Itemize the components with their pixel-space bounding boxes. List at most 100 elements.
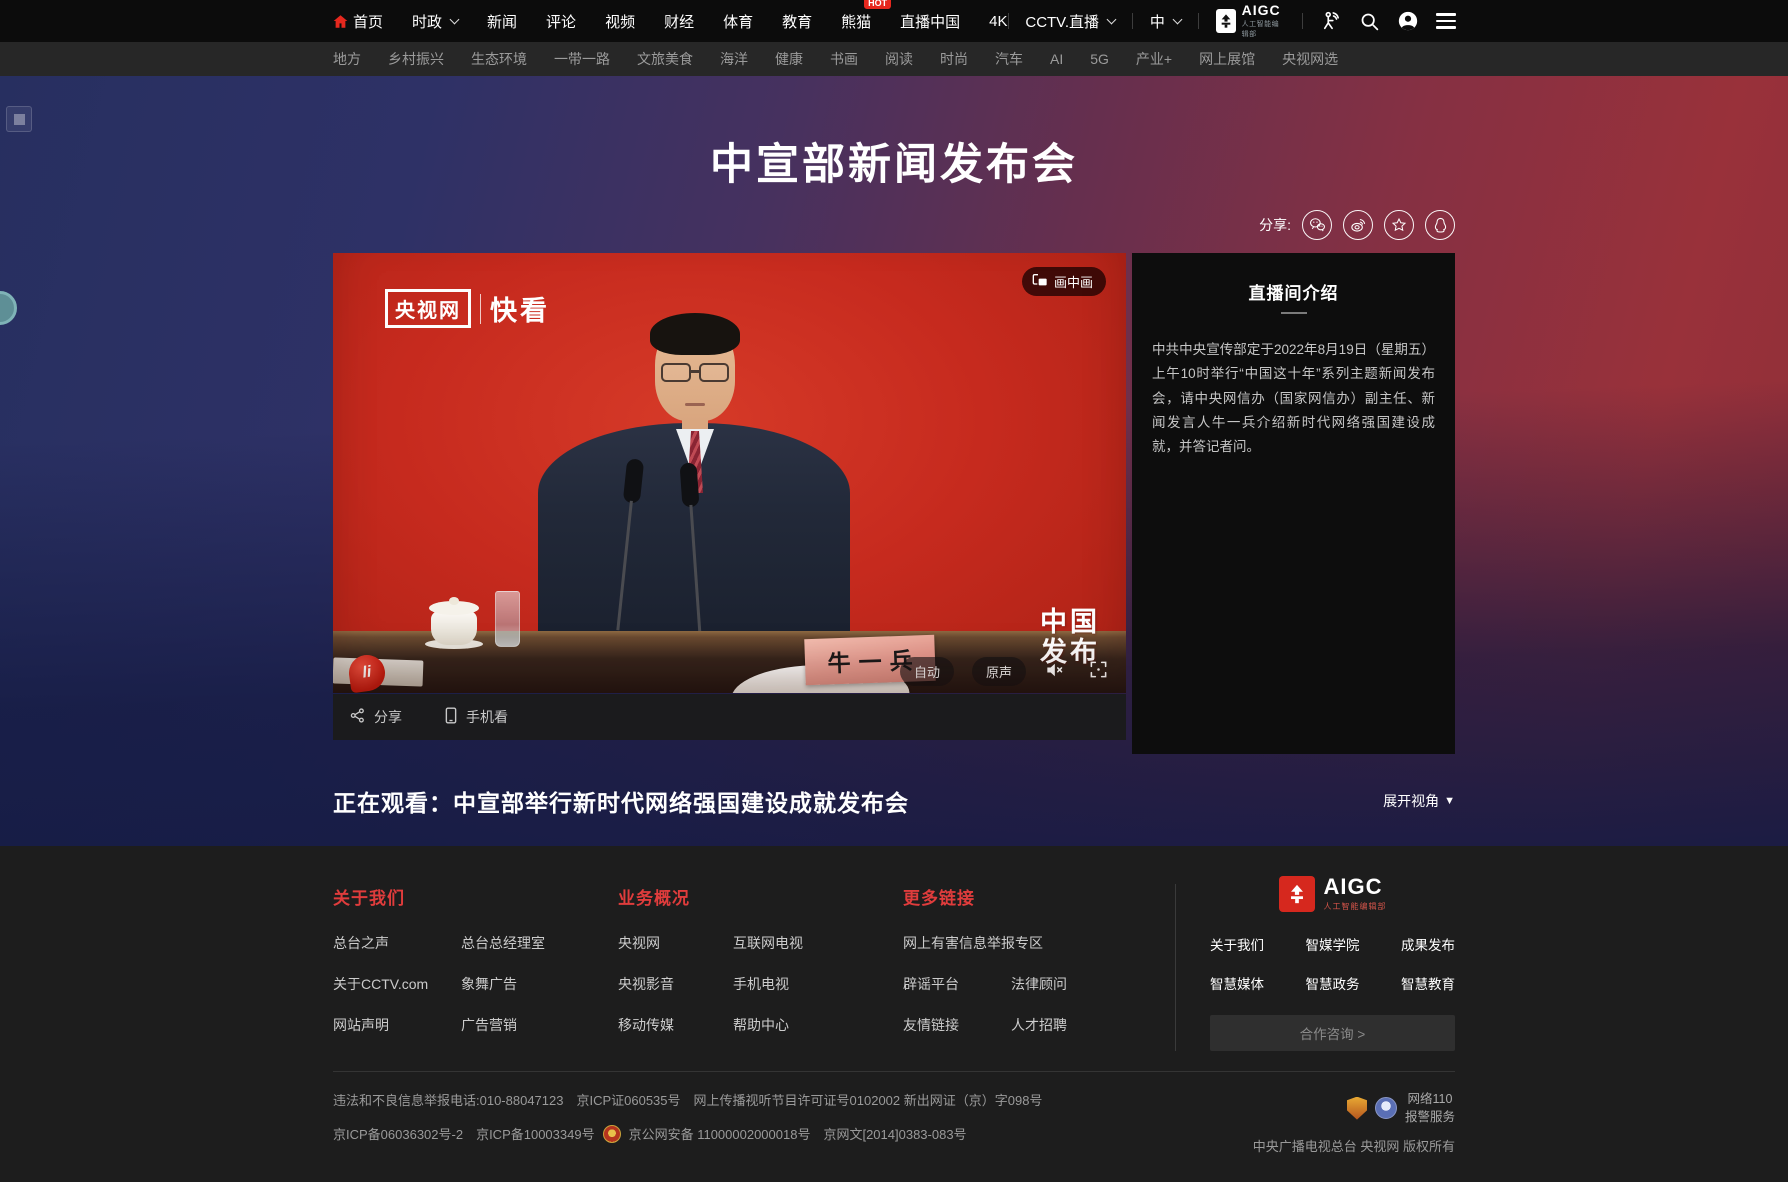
- aigc-subtitle: 人工智能编辑部: [1324, 901, 1387, 912]
- footer-col-about: 关于我们 总台之声 总台总经理室 关于CCTV.com 象舞广告 网站声明 广告…: [333, 884, 618, 1051]
- nav-finance[interactable]: 财经: [664, 11, 694, 32]
- subnav-item[interactable]: 文旅美食: [637, 49, 693, 69]
- share-wechat-icon[interactable]: [1302, 210, 1332, 240]
- nav-politics[interactable]: 时政: [412, 11, 458, 32]
- footer-link[interactable]: 手机电视: [733, 974, 903, 994]
- video-player[interactable]: 牛一兵 央视网 快看 画中画 中国 发布 li: [333, 253, 1126, 693]
- channel-watermark: 央视网 快看: [385, 289, 550, 328]
- speaker-glasses: [661, 363, 691, 382]
- copyright-text: 中央广播电视总台 央视网 版权所有: [1253, 1136, 1455, 1155]
- nav-sports[interactable]: 体育: [723, 11, 753, 32]
- footer-link[interactable]: 关于CCTV.com: [333, 974, 461, 994]
- player-row: 牛一兵 央视网 快看 画中画 中国 发布 li: [333, 253, 1455, 754]
- subnav-item[interactable]: 阅读: [885, 49, 913, 69]
- nav-video[interactable]: 视频: [605, 11, 635, 32]
- nav-home[interactable]: 首页: [333, 11, 383, 32]
- footer-link[interactable]: 友情链接: [903, 1015, 1011, 1035]
- accessibility-icon[interactable]: [1320, 10, 1342, 32]
- subnav-item[interactable]: AI: [1050, 51, 1063, 67]
- kuaikan-logo: 快看: [490, 289, 550, 328]
- subnav-item[interactable]: 生态环境: [471, 49, 527, 69]
- user-icon[interactable]: [1397, 10, 1419, 32]
- subnav-item[interactable]: 乡村振兴: [388, 49, 444, 69]
- footer-link[interactable]: 网站声明: [333, 1015, 461, 1035]
- footer-link[interactable]: 总台之声: [333, 933, 461, 953]
- footer-link-report[interactable]: 网上有害信息举报专区: [903, 933, 1175, 953]
- footer-link[interactable]: 智慧教育: [1401, 973, 1455, 993]
- mute-icon[interactable]: [1044, 661, 1064, 684]
- subnav-item[interactable]: 时尚: [940, 49, 968, 69]
- footer-link[interactable]: 关于我们: [1210, 934, 1292, 954]
- net110-label: 网络110 报警服务: [1405, 1090, 1455, 1126]
- site-footer: 关于我们 总台之声 总台总经理室 关于CCTV.com 象舞广告 网站声明 广告…: [0, 846, 1788, 1182]
- subnav-item[interactable]: 产业+: [1136, 49, 1172, 69]
- footer-link[interactable]: 互联网电视: [733, 933, 903, 953]
- subnav-item[interactable]: 一带一路: [554, 49, 610, 69]
- home-icon: [333, 14, 348, 29]
- subnav-item[interactable]: 央视网选: [1282, 49, 1338, 69]
- subnav-item[interactable]: 健康: [775, 49, 803, 69]
- share-label: 分享:: [1259, 215, 1291, 235]
- quality-auto-button[interactable]: 自动: [900, 657, 954, 686]
- shield-blue-icon: [1375, 1097, 1397, 1119]
- side-widget-icon[interactable]: [6, 106, 32, 132]
- footer-link[interactable]: 成果发布: [1401, 934, 1455, 954]
- china-release-watermark: 中国 发布: [1040, 607, 1100, 667]
- footer-link[interactable]: 辟谣平台: [903, 974, 1011, 994]
- subnav-item[interactable]: 海洋: [720, 49, 748, 69]
- aigc-icon: [1279, 876, 1315, 912]
- share-button[interactable]: 分享: [349, 707, 402, 727]
- subnav-item[interactable]: 汽车: [995, 49, 1023, 69]
- net110-badges[interactable]: 网络110 报警服务: [1347, 1090, 1455, 1126]
- share-qq-icon[interactable]: [1425, 210, 1455, 240]
- footer-link[interactable]: 帮助中心: [733, 1015, 903, 1035]
- subnav-item[interactable]: 网上展馆: [1199, 49, 1255, 69]
- video-toolbar: 分享 手机看: [333, 694, 1126, 740]
- original-audio-button[interactable]: 原声: [972, 657, 1026, 686]
- footer-link[interactable]: 央视网: [618, 933, 733, 953]
- nav-comment[interactable]: 评论: [546, 11, 576, 32]
- share-weibo-icon[interactable]: [1343, 210, 1373, 240]
- watch-on-mobile-button[interactable]: 手机看: [444, 707, 508, 727]
- share-qzone-icon[interactable]: [1384, 210, 1414, 240]
- footer-link[interactable]: 智慧媒体: [1210, 973, 1292, 993]
- pip-icon: [1032, 273, 1048, 290]
- nav-news[interactable]: 新闻: [487, 11, 517, 32]
- nav-cctv-live[interactable]: CCTV.直播: [1025, 11, 1115, 32]
- footer-link[interactable]: 广告营销: [461, 1015, 618, 1035]
- footer-link[interactable]: 智媒学院: [1305, 934, 1359, 954]
- police-badge-icon: [603, 1125, 621, 1143]
- subnav-item[interactable]: 书画: [830, 49, 858, 69]
- nav-live-china[interactable]: 直播中国: [900, 11, 960, 32]
- footer-link[interactable]: 智慧政务: [1305, 973, 1359, 993]
- footer-col-more: 更多链接 网上有害信息举报专区 辟谣平台 法律顾问 友情链接 人才招聘: [903, 884, 1175, 1051]
- nav-politics-label: 时政: [412, 11, 442, 32]
- language-switch[interactable]: 中: [1150, 11, 1181, 32]
- hot-badge: HOT: [864, 0, 891, 9]
- search-icon[interactable]: [1359, 11, 1380, 32]
- footer-link[interactable]: 总台总经理室: [461, 933, 618, 953]
- nav-4k[interactable]: 4K: [989, 13, 1007, 30]
- aigc-logo-footer[interactable]: AIGC 人工智能编辑部: [1210, 876, 1455, 912]
- divider: [1198, 13, 1199, 29]
- footer-link[interactable]: 移动传媒: [618, 1015, 733, 1035]
- nav-education[interactable]: 教育: [782, 11, 812, 32]
- divider: [1132, 13, 1133, 29]
- main-menu: 首页 时政 新闻 评论 视频 财经 体育 教育 熊猫 HOT 直播中国 4K: [333, 11, 1008, 32]
- fullscreen-icon[interactable]: [1089, 660, 1108, 684]
- aigc-logo-header[interactable]: AIGC 人工智能编辑部: [1216, 3, 1286, 39]
- side-widget-circle[interactable]: [0, 291, 17, 325]
- divider: [1008, 13, 1009, 29]
- subnav-item[interactable]: 地方: [333, 49, 361, 69]
- subnav-item[interactable]: 5G: [1090, 51, 1109, 67]
- footer-link[interactable]: 人才招聘: [1011, 1015, 1175, 1035]
- pip-button[interactable]: 画中画: [1022, 267, 1106, 296]
- menu-icon[interactable]: [1436, 13, 1456, 29]
- footer-link[interactable]: 央视影音: [618, 974, 733, 994]
- footer-link[interactable]: 法律顾问: [1011, 974, 1175, 994]
- nav-panda[interactable]: 熊猫 HOT: [841, 11, 871, 32]
- footer-link[interactable]: 象舞广告: [461, 974, 618, 994]
- cooperation-button[interactable]: 合作咨询 >: [1210, 1015, 1455, 1051]
- expand-views-button[interactable]: 展开视角 ▼: [1383, 791, 1455, 811]
- share-nodes-icon: [349, 707, 366, 727]
